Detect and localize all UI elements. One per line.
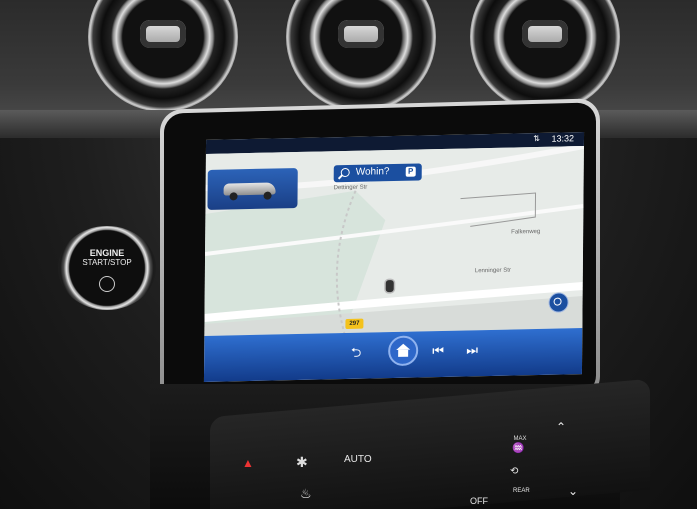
rear-defrost-button[interactable]: REAR [513,488,530,494]
start-label-line1: ENGINE [89,248,125,258]
recirculation-icon[interactable]: ⟲ [510,466,518,477]
destination-search-button[interactable]: Wohin? P [333,163,422,183]
zoom-icon [553,297,562,306]
fan-icon[interactable]: ✱ [296,454,312,470]
vent-knob[interactable] [338,20,384,48]
start-button-label: ENGINE START/STOP [58,248,156,268]
home-button[interactable] [388,335,419,367]
infotainment-screen[interactable]: ⇅ 13:32 Dettinger Str Falkenweg Lenninge… [203,132,585,382]
chevron-up-icon[interactable]: ⌃ [556,420,570,434]
previous-track-icon[interactable]: ⏮ [426,341,450,362]
vent-knob[interactable] [522,20,568,48]
next-track-icon[interactable]: ⏭ [460,340,484,361]
wheel [263,191,272,200]
vent-knob[interactable] [140,20,186,48]
route-number-badge: 297 [345,318,364,330]
defrost-icon: ♒ [512,443,525,454]
car-dashboard-scene: ENGINE START/STOP ⇅ 13:32 Dettinger Str … [0,0,697,509]
street-label: Falkenweg [511,228,541,236]
climate-off-button[interactable]: OFF [470,496,488,506]
power-icon [99,276,115,292]
hazard-chevron-icon[interactable]: ▲ [242,456,254,470]
search-icon [340,167,350,178]
bottom-control-bar: ⮌ ⏮ ⏭ [203,328,583,382]
chevron-down-icon[interactable]: ⌄ [568,484,582,498]
status-time: 13:32 [551,133,575,144]
search-label: Wohin? [355,166,390,178]
street-label: Dettinger Str [333,184,368,192]
home-icon-body [398,349,409,357]
vehicle-status-card[interactable] [207,168,298,210]
signal-icon: ⇅ [533,133,541,144]
street-label: Lenninger Str [474,267,511,275]
engine-start-stop-button[interactable]: ENGINE START/STOP [58,226,156,310]
parking-icon[interactable]: P [405,166,416,177]
seat-heat-icon[interactable]: ♨ [300,486,312,502]
back-icon[interactable]: ⮌ [344,343,368,364]
start-label-line2: START/STOP [82,258,132,267]
current-position-car-icon [385,280,394,293]
wheel [229,192,238,201]
navigation-map[interactable]: Dettinger Str Falkenweg Lenninger Str Wo… [204,146,584,336]
auto-climate-button[interactable]: AUTO [344,454,372,465]
max-defrost-button[interactable]: MAX [512,436,528,442]
